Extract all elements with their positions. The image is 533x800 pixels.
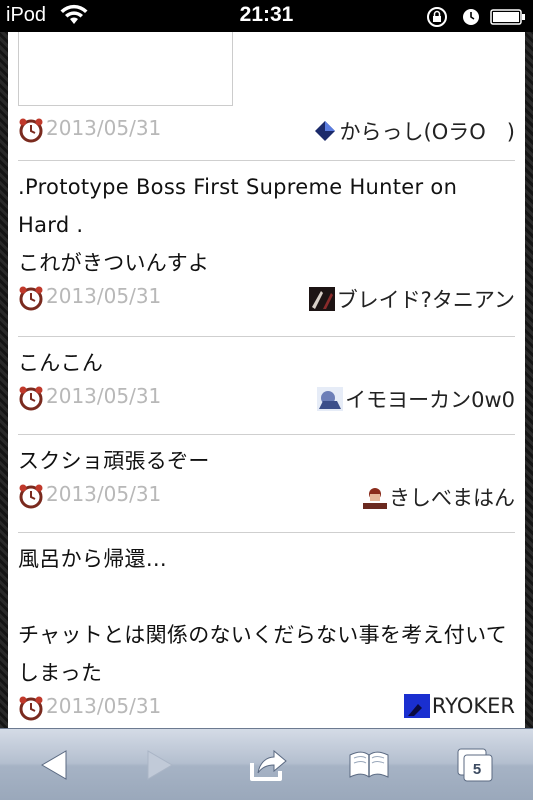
avatar-icon — [317, 387, 344, 411]
browser-toolbar: 5 — [0, 728, 533, 800]
bookmarks-icon[interactable] — [346, 743, 392, 787]
image-thumbnail[interactable] — [18, 32, 233, 106]
list-item: .Prototype Boss First Supreme Hunter on … — [18, 168, 515, 316]
status-bar: iPod 21:31 — [0, 0, 533, 32]
avatar-icon — [308, 287, 335, 311]
alarm-clock-icon — [19, 118, 43, 143]
divider — [18, 160, 515, 161]
post-date: 2013/05/31 — [46, 116, 162, 140]
author-name[interactable]: ブレイド?タニアン — [337, 284, 515, 314]
author-name[interactable]: からっし(OラO ) — [340, 116, 515, 146]
divider — [18, 532, 515, 533]
author-name[interactable]: きしべまはん — [389, 482, 515, 512]
post-author[interactable]: からっし(OラO ) — [312, 116, 515, 146]
post-meta: 2013/05/31 からっし(OラO ) — [18, 114, 515, 148]
diamond-icon — [314, 121, 335, 141]
post-date: 2013/05/31 — [46, 694, 162, 718]
tabs-count: 5 — [472, 761, 482, 778]
alarm-clock-icon — [19, 696, 43, 721]
share-icon[interactable] — [244, 743, 290, 787]
post-meta: 2013/05/31 きしべまはん — [18, 480, 515, 514]
alarm-clock-icon — [19, 286, 43, 311]
avatar-icon — [403, 694, 430, 718]
post-author[interactable]: きしべまはん — [361, 482, 515, 512]
post-author[interactable]: ブレイド?タニアン — [308, 284, 515, 314]
post-date: 2013/05/31 — [46, 384, 162, 408]
post-author[interactable]: RYOKER — [403, 694, 515, 718]
avatar-icon — [361, 485, 387, 509]
chat-log[interactable]: 2013/05/31 からっし(OラO ) .Prototype Boss Fi… — [8, 32, 525, 728]
post-message: .Prototype Boss First Supreme Hunter on … — [18, 175, 458, 275]
list-item: こんこん 2013/05/31 イモヨーカン0w0 — [18, 344, 515, 416]
alarm-clock-icon — [19, 484, 43, 509]
list-item: 風呂から帰還… チャットとは関係のないくだらない事を考え付いてしまった 2013… — [18, 540, 515, 726]
post-meta: 2013/05/31 RYOKER — [18, 692, 515, 726]
battery-icon — [490, 9, 525, 25]
post-date: 2013/05/31 — [46, 482, 162, 506]
post-author[interactable]: イモヨーカン0w0 — [317, 384, 515, 414]
post-message: スクショ頑張るぞー — [18, 449, 210, 473]
rotation-lock-icon — [427, 7, 447, 27]
divider — [18, 434, 515, 435]
post-date: 2013/05/31 — [46, 284, 162, 308]
back-icon[interactable] — [32, 743, 78, 787]
list-item: 2013/05/31 からっし(OラO ) — [18, 114, 515, 148]
author-name[interactable]: イモヨーカン0w0 — [345, 384, 515, 414]
post-meta: 2013/05/31 ブレイド?タニアン — [18, 282, 515, 316]
divider — [18, 336, 515, 337]
post-message: こんこん — [18, 351, 104, 375]
author-name[interactable]: RYOKER — [432, 694, 515, 718]
tabs-button[interactable]: 5 — [454, 743, 500, 787]
post-meta: 2013/05/31 イモヨーカン0w0 — [18, 382, 515, 416]
alarm-clock-icon — [19, 386, 43, 411]
forward-icon[interactable] — [136, 743, 182, 787]
post-message: 風呂から帰還… チャットとは関係のないくだらない事を考え付いてしまった — [18, 547, 508, 685]
alarm-clock-icon — [463, 9, 479, 25]
clock-time: 21:31 — [239, 3, 294, 26]
list-item: スクショ頑張るぞー 2013/05/31 きしべまはん — [18, 442, 515, 514]
